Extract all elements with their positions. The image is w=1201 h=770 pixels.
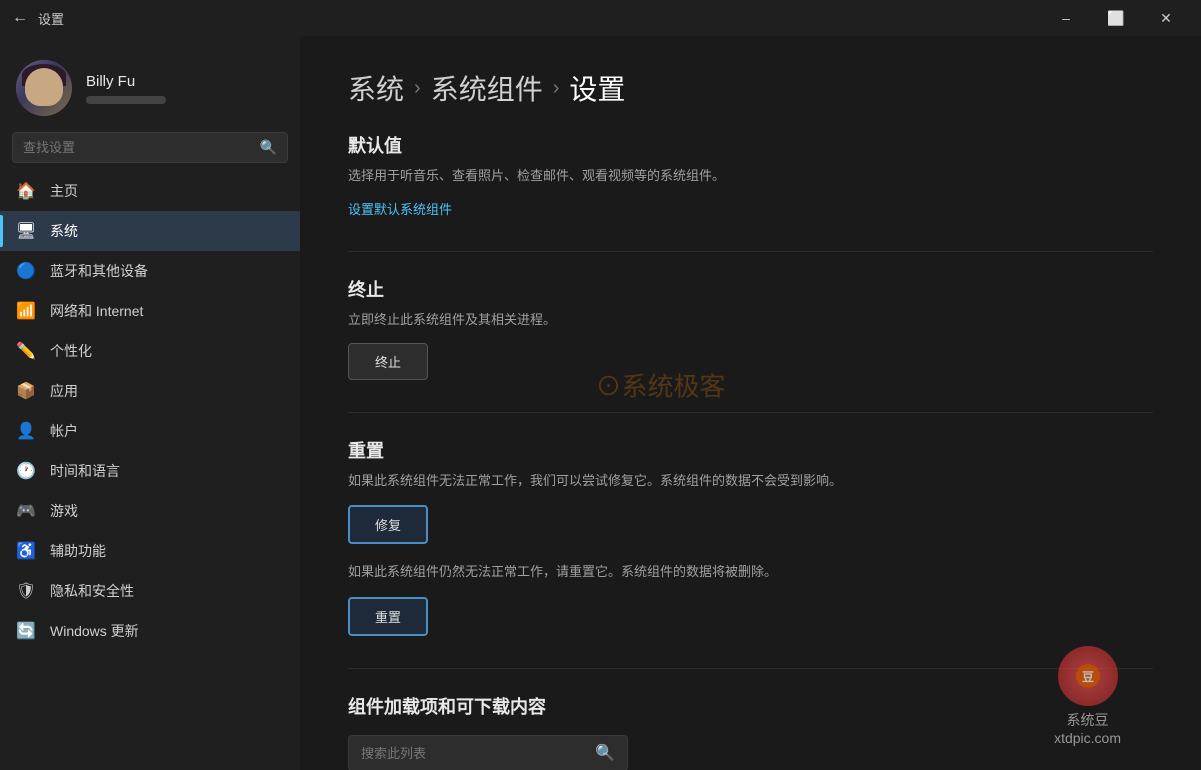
watermark-sub: xtdpic.com xyxy=(1054,730,1121,746)
home-icon: 🏠 xyxy=(16,181,36,201)
nav-accounts[interactable]: 👤 帐户 xyxy=(0,411,300,451)
nav-home[interactable]: 🏠 主页 xyxy=(0,171,300,211)
defaults-title: 默认值 xyxy=(348,132,1153,158)
app-title: 设置 xyxy=(38,9,64,28)
terminate-title: 终止 xyxy=(348,276,1153,302)
defaults-link[interactable]: 设置默认系统组件 xyxy=(348,202,452,217)
repair-button[interactable]: 修复 xyxy=(348,505,428,544)
personalization-icon: ✏️ xyxy=(16,341,36,361)
user-subtitle xyxy=(86,96,166,104)
apps-icon: 📦 xyxy=(16,381,36,401)
nav-accounts-label: 帐户 xyxy=(50,421,78,441)
nav-system[interactable]: 🖥 系统 xyxy=(0,211,300,251)
search-box[interactable]: 🔍 xyxy=(12,132,288,163)
search-input[interactable] xyxy=(23,140,252,155)
breadcrumb-sep-2: › xyxy=(553,77,560,100)
windows-update-icon: 🔄 xyxy=(16,621,36,641)
gaming-icon: 🎮 xyxy=(16,501,36,521)
divider-3 xyxy=(348,668,1153,669)
terminate-section: 终止 立即终止此系统组件及其相关进程。 终止 xyxy=(348,276,1153,380)
reset-desc1: 如果此系统组件无法正常工作，我们可以尝试修复它。系统组件的数据不会受到影响。 xyxy=(348,471,1153,492)
watermark-text: 系统豆 xyxy=(1067,710,1109,730)
nav-network-label: 网络和 Internet xyxy=(50,301,143,321)
svg-text:豆: 豆 xyxy=(1082,670,1094,684)
search-icon: 🔍 xyxy=(260,139,277,156)
watermark-logo: 豆 xyxy=(1058,646,1118,706)
divider-1 xyxy=(348,251,1153,252)
breadcrumb-system[interactable]: 系统 xyxy=(348,68,404,108)
nav-network[interactable]: 📶 网络和 Internet xyxy=(0,291,300,331)
reset-section: 重置 如果此系统组件无法正常工作，我们可以尝试修复它。系统组件的数据不会受到影响… xyxy=(348,437,1153,637)
accessibility-icon: ♿ xyxy=(16,541,36,561)
nav-personalization[interactable]: ✏️ 个性化 xyxy=(0,331,300,371)
breadcrumb-components[interactable]: 系统组件 xyxy=(431,68,543,108)
nav-home-label: 主页 xyxy=(50,181,78,201)
time-icon: 🕐 xyxy=(16,461,36,481)
sidebar: Billy Fu 🔍 🏠 主页 🖥 系统 🔵 蓝牙和其他设备 📶 网络和 Int… xyxy=(0,36,300,770)
title-bar-left: ← 设置 xyxy=(12,9,64,28)
maximize-button[interactable]: ⬜ xyxy=(1093,0,1139,36)
system-icon: 🖥 xyxy=(16,221,36,241)
user-info: Billy Fu xyxy=(86,73,284,104)
terminate-desc: 立即终止此系统组件及其相关进程。 xyxy=(348,310,1153,331)
nav-windows-update[interactable]: 🔄 Windows 更新 xyxy=(0,611,300,651)
nav-personalization-label: 个性化 xyxy=(50,341,92,361)
reset-title: 重置 xyxy=(348,437,1153,463)
network-icon: 📶 xyxy=(16,301,36,321)
breadcrumb-current: 设置 xyxy=(569,68,625,108)
addons-section: 组件加载项和可下载内容 🔍 xyxy=(348,693,1153,770)
bluetooth-icon: 🔵 xyxy=(16,261,36,281)
minimize-button[interactable]: – xyxy=(1043,0,1089,36)
reset-button[interactable]: 重置 xyxy=(348,597,428,636)
corner-watermark: 豆 系统豆 xtdpic.com xyxy=(1054,646,1121,746)
nav-privacy[interactable]: 🛡 隐私和安全性 xyxy=(0,571,300,611)
nav-time-label: 时间和语言 xyxy=(50,461,120,481)
title-bar: ← 设置 – ⬜ ✕ xyxy=(0,0,1201,36)
nav-windows-update-label: Windows 更新 xyxy=(50,621,139,641)
user-profile[interactable]: Billy Fu xyxy=(0,36,300,132)
nav-system-label: 系统 xyxy=(50,221,78,241)
nav-time[interactable]: 🕐 时间和语言 xyxy=(0,451,300,491)
breadcrumb: 系统 › 系统组件 › 设置 xyxy=(348,68,1153,108)
window-controls: – ⬜ ✕ xyxy=(1043,0,1189,36)
addon-search-box[interactable]: 🔍 xyxy=(348,735,628,770)
breadcrumb-sep-1: › xyxy=(414,77,421,100)
addon-search-icon: 🔍 xyxy=(595,743,615,763)
avatar-image xyxy=(16,60,72,116)
addon-search-input[interactable] xyxy=(361,746,587,761)
avatar xyxy=(16,60,72,116)
nav-gaming[interactable]: 🎮 游戏 xyxy=(0,491,300,531)
defaults-section: 默认值 选择用于听音乐、查看照片、检查邮件、观看视频等的系统组件。 设置默认系统… xyxy=(348,132,1153,219)
privacy-icon: 🛡 xyxy=(16,581,36,601)
nav-bluetooth[interactable]: 🔵 蓝牙和其他设备 xyxy=(0,251,300,291)
nav-gaming-label: 游戏 xyxy=(50,501,78,521)
nav-accessibility[interactable]: ♿ 辅助功能 xyxy=(0,531,300,571)
close-button[interactable]: ✕ xyxy=(1143,0,1189,36)
accounts-icon: 👤 xyxy=(16,421,36,441)
user-name: Billy Fu xyxy=(86,73,284,90)
nav-accessibility-label: 辅助功能 xyxy=(50,541,106,561)
nav-privacy-label: 隐私和安全性 xyxy=(50,581,134,601)
terminate-button[interactable]: 终止 xyxy=(348,343,428,380)
defaults-desc: 选择用于听音乐、查看照片、检查邮件、观看视频等的系统组件。 xyxy=(348,166,1153,187)
back-button[interactable]: ← xyxy=(12,9,28,27)
reset-desc2: 如果此系统组件仍然无法正常工作，请重置它。系统组件的数据将被删除。 xyxy=(348,562,1153,583)
main-layout: Billy Fu 🔍 🏠 主页 🖥 系统 🔵 蓝牙和其他设备 📶 网络和 Int… xyxy=(0,36,1201,770)
divider-2 xyxy=(348,412,1153,413)
nav-bluetooth-label: 蓝牙和其他设备 xyxy=(50,261,148,281)
addons-title: 组件加载项和可下载内容 xyxy=(348,693,1153,719)
nav-apps[interactable]: 📦 应用 xyxy=(0,371,300,411)
nav-apps-label: 应用 xyxy=(50,381,78,401)
